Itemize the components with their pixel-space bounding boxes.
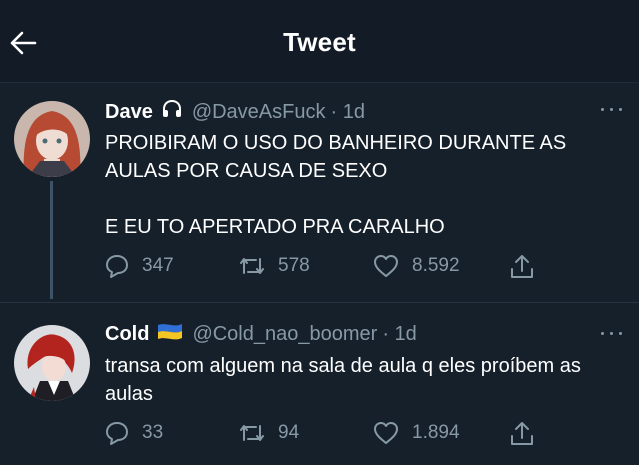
retweet-count: 578 [278,255,310,276]
tweet-timestamp[interactable]: · 1d [330,101,364,124]
reply-button[interactable]: 347 [104,253,174,279]
like-count: 1.894 [412,422,460,443]
tweet-author-row: Dave @DaveAsFuck · 1d [105,98,365,126]
more-options-button[interactable] [598,328,626,338]
tweet-actions: 347 578 8.592 [104,253,544,283]
tweet-actions: 33 94 1.894 [104,420,544,450]
like-button[interactable]: 8.592 [372,253,460,279]
share-button[interactable] [508,420,536,448]
reply-icon [106,422,128,445]
avatar[interactable] [14,101,90,177]
heart-icon [374,422,398,444]
tweet-text: PROIBIRAM O USO DO BANHEIRO DURANTE AS A… [105,132,567,182]
reply-count: 347 [142,255,174,276]
like-button[interactable]: 1.894 [372,420,460,446]
avatar[interactable] [14,325,90,401]
tweet-text: E EU TO APERTADO PRA CARALHO [105,216,445,238]
like-count: 8.592 [412,255,460,276]
headphones-icon [161,98,183,126]
retweet-button[interactable]: 578 [238,253,310,279]
reply-icon [106,255,128,278]
author-name[interactable]: Dave [105,101,153,124]
tweet-author-row: Cold @Cold_nao_boomer · 1d [105,322,417,346]
share-icon [511,422,533,445]
retweet-count: 94 [278,422,300,443]
tweet-divider [0,302,639,303]
tweet-text: transa com alguem na sala de aula q eles… [105,355,581,405]
reply-button[interactable]: 33 [104,420,163,446]
header-divider [0,82,639,83]
page-title: Tweet [283,27,356,57]
tweet-timestamp[interactable]: · 1d [382,323,416,346]
share-icon [511,255,533,278]
retweet-button[interactable]: 94 [238,420,299,446]
reply-count: 33 [142,422,164,443]
heart-icon [374,255,398,277]
more-options-button[interactable] [598,104,626,114]
ukraine-flag-icon [157,322,183,346]
thread-connector-line [50,181,53,299]
share-button[interactable] [508,253,536,281]
author-handle[interactable]: @DaveAsFuck [192,101,326,124]
top-bar: Tweet [0,0,639,82]
retweet-icon [240,425,264,441]
author-handle[interactable]: @Cold_nao_boomer [192,323,377,346]
author-name[interactable]: Cold [105,323,149,346]
retweet-icon [240,258,264,274]
